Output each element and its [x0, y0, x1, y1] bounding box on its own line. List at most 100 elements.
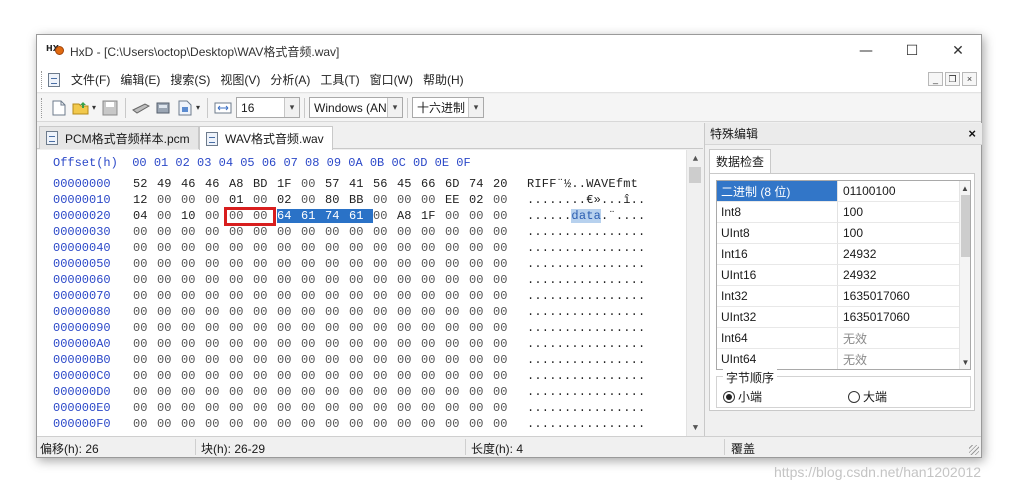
ascii-column[interactable]: ................ — [527, 257, 645, 271]
hex-byte[interactable]: 52 — [133, 177, 157, 191]
panel-close-icon[interactable]: × — [968, 126, 976, 141]
hex-byte[interactable]: 00 — [301, 321, 325, 335]
hex-byte[interactable]: 00 — [157, 209, 181, 223]
hex-byte[interactable]: 00 — [205, 273, 229, 287]
hex-byte[interactable]: 00 — [349, 337, 373, 351]
inspector-row[interactable]: UInt32 1635017060 — [717, 307, 961, 328]
hex-byte[interactable]: 00 — [421, 273, 445, 287]
hex-byte[interactable]: 00 — [325, 241, 349, 255]
hex-byte[interactable]: 00 — [349, 321, 373, 335]
hex-byte[interactable]: 00 — [421, 369, 445, 383]
hex-byte[interactable]: 00 — [493, 273, 517, 287]
hex-byte[interactable]: 00 — [493, 289, 517, 303]
inspector-row[interactable]: UInt64 无效 — [717, 349, 961, 369]
hex-byte[interactable]: 00 — [301, 401, 325, 415]
hex-byte[interactable]: 00 — [445, 209, 469, 223]
menu-view[interactable]: 视图(V) — [215, 71, 265, 88]
hex-byte[interactable]: 1F — [421, 209, 445, 223]
hex-byte[interactable]: 57 — [325, 177, 349, 191]
hex-byte[interactable]: 00 — [205, 241, 229, 255]
hex-byte[interactable]: 00 — [277, 241, 301, 255]
hex-byte[interactable]: 00 — [181, 385, 205, 399]
hex-byte[interactable]: 00 — [157, 401, 181, 415]
hex-byte[interactable]: 00 — [301, 385, 325, 399]
hex-byte[interactable]: 00 — [397, 289, 421, 303]
hex-byte[interactable]: 00 — [493, 257, 517, 271]
charset-select[interactable]: Windows (ANSI) ▾ — [309, 97, 404, 118]
hex-byte[interactable]: 00 — [349, 257, 373, 271]
hex-byte[interactable]: 00 — [229, 273, 253, 287]
hex-byte[interactable]: 00 — [133, 353, 157, 367]
hex-byte[interactable]: 00 — [301, 369, 325, 383]
hex-byte[interactable]: 00 — [373, 289, 397, 303]
hex-byte[interactable]: 00 — [493, 321, 517, 335]
hex-byte[interactable]: 00 — [469, 305, 493, 319]
hex-byte[interactable]: 00 — [445, 305, 469, 319]
hex-byte[interactable]: 00 — [181, 305, 205, 319]
hex-byte[interactable]: 00 — [349, 289, 373, 303]
hex-row[interactable]: 000000E0 00 00 00 00 00 00 00 00 00 00 00 00 00 00 00 00… — [53, 401, 645, 417]
hex-byte[interactable]: 66 — [421, 177, 445, 191]
hex-byte[interactable]: 00 — [445, 417, 469, 431]
hex-row[interactable]: 000000B0 00 00 00 00 00 00 00 00 00 00 00 00 00 00 00 00… — [53, 353, 645, 369]
inspector-grid[interactable]: 二进制 (8 位) 01100100 Int8 100 UInt8 100 Int16 249… — [716, 180, 971, 370]
scroll-up-icon[interactable]: ▲ — [687, 150, 704, 167]
menu-analysis[interactable]: 分析(A) — [265, 71, 315, 88]
hex-byte[interactable]: 00 — [181, 337, 205, 351]
hex-byte[interactable]: 00 — [205, 305, 229, 319]
disk-editor-icon[interactable] — [154, 99, 172, 117]
file-properties-icon[interactable] — [176, 99, 194, 117]
hex-row[interactable]: 00000090 00 00 00 00 00 00 00 00 00 00 00 00 00 00 00 00… — [53, 321, 645, 337]
hex-byte[interactable]: 00 — [445, 273, 469, 287]
hex-byte[interactable]: 00 — [373, 321, 397, 335]
hex-byte[interactable]: 00 — [181, 321, 205, 335]
hex-byte[interactable]: 00 — [397, 225, 421, 239]
hex-byte[interactable]: 74 — [469, 177, 493, 191]
hex-byte[interactable]: 00 — [181, 353, 205, 367]
hex-byte[interactable]: 00 — [277, 337, 301, 351]
hex-byte[interactable]: 00 — [181, 241, 205, 255]
hex-byte[interactable]: 00 — [277, 401, 301, 415]
hex-byte[interactable]: 00 — [397, 305, 421, 319]
hex-byte[interactable]: 00 — [253, 417, 277, 431]
hex-byte[interactable]: 45 — [397, 177, 421, 191]
hex-byte[interactable]: 00 — [157, 337, 181, 351]
hex-byte[interactable]: 00 — [349, 241, 373, 255]
hex-byte[interactable]: 00 — [421, 289, 445, 303]
hex-byte[interactable]: 00 — [181, 273, 205, 287]
hex-byte[interactable]: 00 — [421, 225, 445, 239]
hex-byte[interactable]: 00 — [493, 417, 517, 431]
hex-byte[interactable]: A8 — [229, 177, 253, 191]
hex-byte[interactable]: 00 — [397, 417, 421, 431]
hex-byte[interactable]: 00 — [397, 369, 421, 383]
hex-row[interactable]: 00000040 00 00 00 00 00 00 00 00 00 00 00 00 00 00 00 00… — [53, 241, 645, 257]
document-icon[interactable] — [48, 72, 60, 87]
hex-byte[interactable]: 00 — [373, 305, 397, 319]
hex-byte[interactable]: 00 — [421, 401, 445, 415]
inspector-row[interactable]: Int32 1635017060 — [717, 286, 961, 307]
hex-byte[interactable]: 00 — [181, 369, 205, 383]
hex-byte[interactable]: 00 — [421, 193, 445, 207]
hex-byte[interactable]: 00 — [469, 369, 493, 383]
minimize-button[interactable]: — — [843, 35, 889, 67]
hex-byte[interactable]: 00 — [253, 385, 277, 399]
hex-byte[interactable]: 02 — [469, 193, 493, 207]
hex-byte[interactable]: 00 — [133, 385, 157, 399]
hex-row[interactable]: 00000020 04 00 10 00 00 00 64 61 74 61 00 A8 1F 00 00 00… — [53, 209, 645, 225]
ascii-column[interactable]: ................ — [527, 337, 645, 351]
hex-byte[interactable]: 00 — [421, 305, 445, 319]
hex-byte[interactable]: 00 — [421, 417, 445, 431]
hex-byte[interactable]: 00 — [253, 305, 277, 319]
hex-byte[interactable]: 00 — [373, 353, 397, 367]
menu-edit[interactable]: 编辑(E) — [115, 71, 165, 88]
maximize-button[interactable]: ☐ — [889, 35, 935, 67]
hex-byte[interactable]: 00 — [469, 241, 493, 255]
hex-byte[interactable]: 00 — [133, 417, 157, 431]
hex-byte[interactable]: 00 — [205, 353, 229, 367]
hex-byte[interactable]: 00 — [397, 401, 421, 415]
hex-byte[interactable]: 00 — [205, 385, 229, 399]
hex-byte[interactable]: 49 — [157, 177, 181, 191]
hex-vertical-scrollbar[interactable]: ▲ ▼ — [686, 150, 703, 436]
hex-byte[interactable]: 00 — [469, 257, 493, 271]
hex-byte[interactable]: 00 — [229, 369, 253, 383]
